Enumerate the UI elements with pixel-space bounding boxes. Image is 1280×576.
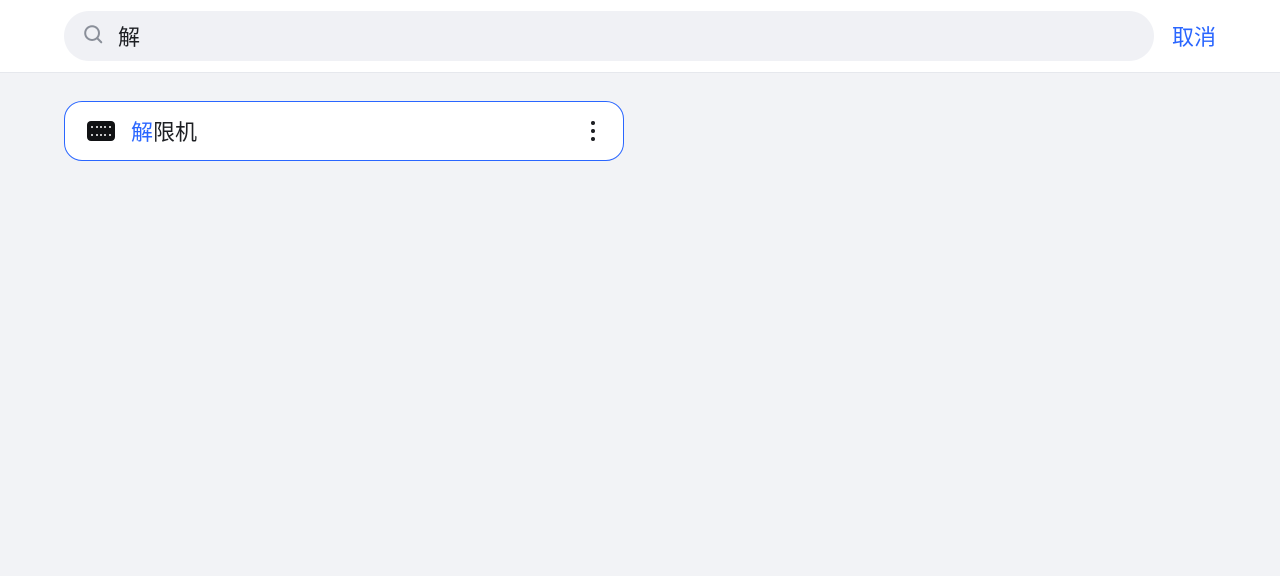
result-highlight: 解	[131, 120, 153, 145]
results-area: 解限机	[0, 73, 1280, 189]
result-card[interactable]: 解限机	[64, 101, 624, 161]
search-header: 取消	[0, 0, 1280, 73]
search-icon	[82, 23, 104, 50]
search-bar[interactable]	[64, 11, 1154, 61]
search-input[interactable]	[118, 23, 1136, 49]
keyboard-icon	[87, 121, 115, 141]
result-title: 解限机	[131, 115, 569, 147]
more-vertical-icon[interactable]	[585, 115, 601, 147]
result-rest: 限机	[153, 120, 197, 145]
cancel-button[interactable]: 取消	[1172, 16, 1216, 56]
